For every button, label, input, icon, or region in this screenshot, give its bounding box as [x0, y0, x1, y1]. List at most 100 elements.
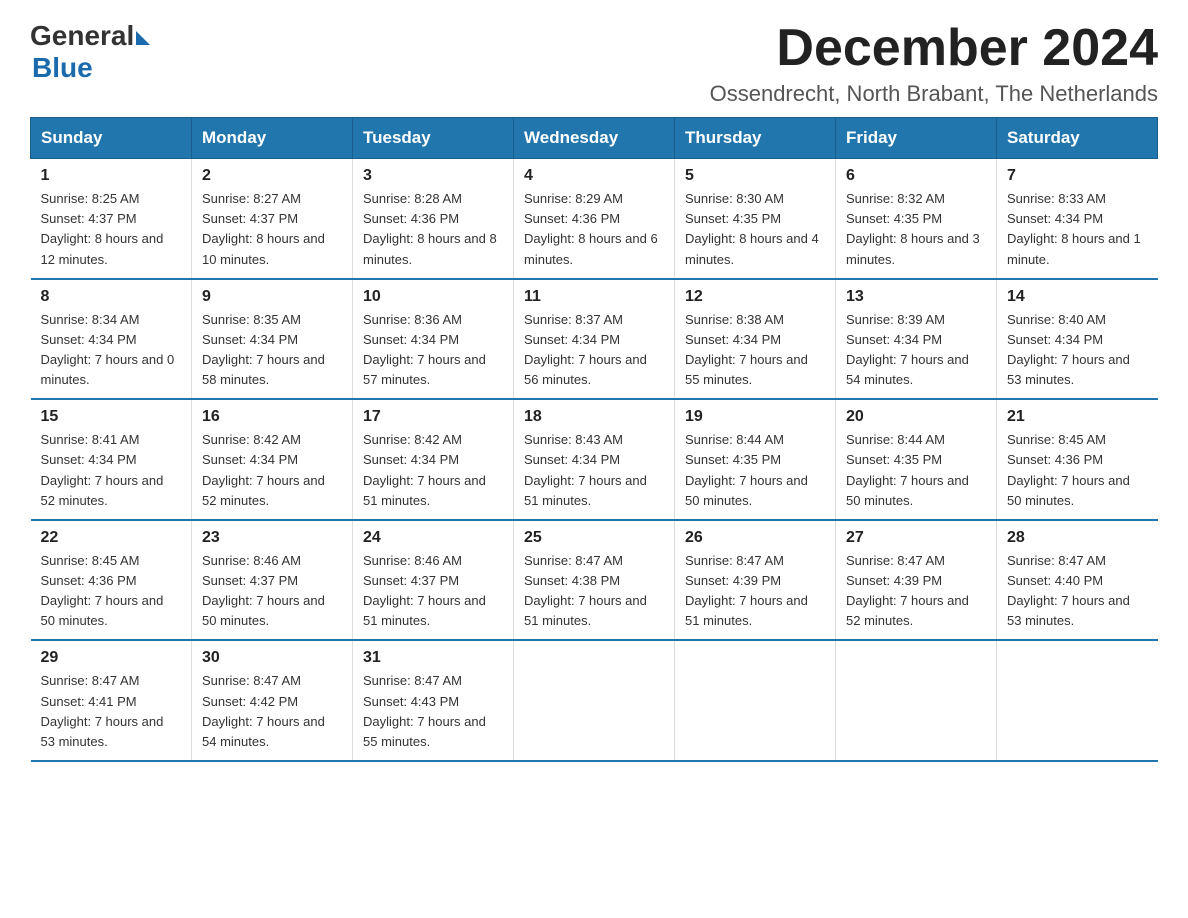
day-number: 5	[685, 167, 825, 185]
day-info: Sunrise: 8:36 AMSunset: 4:34 PMDaylight:…	[363, 310, 503, 391]
calendar-cell: 6 Sunrise: 8:32 AMSunset: 4:35 PMDaylight…	[836, 159, 997, 279]
calendar-cell: 8Sunrise: 8:34 AMSunset: 4:34 PMDaylight…	[31, 279, 192, 400]
calendar-cell: 7 Sunrise: 8:33 AMSunset: 4:34 PMDaylight…	[997, 159, 1158, 279]
day-info: Sunrise: 8:37 AMSunset: 4:34 PMDaylight:…	[524, 310, 664, 391]
calendar-cell	[997, 640, 1158, 761]
calendar-cell	[514, 640, 675, 761]
day-number: 6	[846, 167, 986, 185]
day-number: 21	[1007, 408, 1148, 426]
day-info: Sunrise: 8:32 AMSunset: 4:35 PMDaylight:…	[846, 189, 986, 270]
calendar-cell: 26 Sunrise: 8:47 AMSunset: 4:39 PMDayligh…	[675, 520, 836, 641]
day-number: 28	[1007, 529, 1148, 547]
calendar-cell: 30 Sunrise: 8:47 AMSunset: 4:42 PMDayligh…	[192, 640, 353, 761]
calendar-cell: 23 Sunrise: 8:46 AMSunset: 4:37 PMDayligh…	[192, 520, 353, 641]
header-cell-wednesday: Wednesday	[514, 118, 675, 159]
day-number: 31	[363, 649, 503, 667]
calendar-cell	[836, 640, 997, 761]
calendar-cell: 20 Sunrise: 8:44 AMSunset: 4:35 PMDayligh…	[836, 399, 997, 520]
day-number: 4	[524, 167, 664, 185]
day-info: Sunrise: 8:40 AMSunset: 4:34 PMDaylight:…	[1007, 310, 1148, 391]
day-info: Sunrise: 8:39 AMSunset: 4:34 PMDaylight:…	[846, 310, 986, 391]
subtitle: Ossendrecht, North Brabant, The Netherla…	[710, 81, 1158, 107]
day-info: Sunrise: 8:28 AMSunset: 4:36 PMDaylight:…	[363, 189, 503, 270]
day-number: 18	[524, 408, 664, 426]
day-number: 23	[202, 529, 342, 547]
page-header: General Blue December 2024 Ossendrecht, …	[30, 20, 1158, 107]
calendar-cell: 24Sunrise: 8:46 AMSunset: 4:37 PMDayligh…	[353, 520, 514, 641]
calendar-cell: 9 Sunrise: 8:35 AMSunset: 4:34 PMDaylight…	[192, 279, 353, 400]
header-cell-thursday: Thursday	[675, 118, 836, 159]
day-info: Sunrise: 8:27 AMSunset: 4:37 PMDaylight:…	[202, 189, 342, 270]
calendar-cell: 14 Sunrise: 8:40 AMSunset: 4:34 PMDayligh…	[997, 279, 1158, 400]
day-info: Sunrise: 8:47 AMSunset: 4:43 PMDaylight:…	[363, 671, 503, 752]
calendar-week-3: 15Sunrise: 8:41 AMSunset: 4:34 PMDayligh…	[31, 399, 1158, 520]
calendar-cell: 18 Sunrise: 8:43 AMSunset: 4:34 PMDayligh…	[514, 399, 675, 520]
calendar-cell: 5Sunrise: 8:30 AMSunset: 4:35 PMDaylight…	[675, 159, 836, 279]
day-number: 16	[202, 408, 342, 426]
logo-text-general: General	[30, 20, 134, 52]
day-info: Sunrise: 8:47 AMSunset: 4:39 PMDaylight:…	[846, 551, 986, 632]
calendar-cell: 27 Sunrise: 8:47 AMSunset: 4:39 PMDayligh…	[836, 520, 997, 641]
day-number: 10	[363, 288, 503, 306]
day-info: Sunrise: 8:47 AMSunset: 4:42 PMDaylight:…	[202, 671, 342, 752]
calendar-cell: 4Sunrise: 8:29 AMSunset: 4:36 PMDaylight…	[514, 159, 675, 279]
day-info: Sunrise: 8:33 AMSunset: 4:34 PMDaylight:…	[1007, 189, 1148, 270]
day-info: Sunrise: 8:47 AMSunset: 4:39 PMDaylight:…	[685, 551, 825, 632]
day-number: 12	[685, 288, 825, 306]
day-number: 19	[685, 408, 825, 426]
calendar-week-5: 29 Sunrise: 8:47 AMSunset: 4:41 PMDayligh…	[31, 640, 1158, 761]
calendar-cell: 22Sunrise: 8:45 AMSunset: 4:36 PMDayligh…	[31, 520, 192, 641]
calendar-week-1: 1Sunrise: 8:25 AMSunset: 4:37 PMDaylight…	[31, 159, 1158, 279]
calendar-cell: 29 Sunrise: 8:47 AMSunset: 4:41 PMDayligh…	[31, 640, 192, 761]
header-cell-sunday: Sunday	[31, 118, 192, 159]
calendar-cell	[675, 640, 836, 761]
header-cell-monday: Monday	[192, 118, 353, 159]
day-info: Sunrise: 8:44 AMSunset: 4:35 PMDaylight:…	[846, 430, 986, 511]
day-number: 14	[1007, 288, 1148, 306]
day-info: Sunrise: 8:43 AMSunset: 4:34 PMDaylight:…	[524, 430, 664, 511]
day-info: Sunrise: 8:42 AMSunset: 4:34 PMDaylight:…	[363, 430, 503, 511]
day-number: 17	[363, 408, 503, 426]
calendar-cell: 3 Sunrise: 8:28 AMSunset: 4:36 PMDaylight…	[353, 159, 514, 279]
day-number: 7	[1007, 167, 1148, 185]
calendar-week-4: 22Sunrise: 8:45 AMSunset: 4:36 PMDayligh…	[31, 520, 1158, 641]
calendar-cell: 17 Sunrise: 8:42 AMSunset: 4:34 PMDayligh…	[353, 399, 514, 520]
main-title: December 2024	[710, 20, 1158, 77]
day-number: 20	[846, 408, 986, 426]
calendar-cell: 10 Sunrise: 8:36 AMSunset: 4:34 PMDayligh…	[353, 279, 514, 400]
day-info: Sunrise: 8:38 AMSunset: 4:34 PMDaylight:…	[685, 310, 825, 391]
calendar-cell: 16 Sunrise: 8:42 AMSunset: 4:34 PMDayligh…	[192, 399, 353, 520]
day-info: Sunrise: 8:45 AMSunset: 4:36 PMDaylight:…	[1007, 430, 1148, 511]
day-number: 11	[524, 288, 664, 306]
logo-triangle-icon	[136, 31, 150, 45]
day-info: Sunrise: 8:42 AMSunset: 4:34 PMDaylight:…	[202, 430, 342, 511]
day-info: Sunrise: 8:34 AMSunset: 4:34 PMDaylight:…	[41, 310, 182, 391]
calendar-cell: 28 Sunrise: 8:47 AMSunset: 4:40 PMDayligh…	[997, 520, 1158, 641]
day-info: Sunrise: 8:35 AMSunset: 4:34 PMDaylight:…	[202, 310, 342, 391]
logo: General Blue	[30, 20, 150, 84]
day-number: 25	[524, 529, 664, 547]
day-number: 9	[202, 288, 342, 306]
header-cell-saturday: Saturday	[997, 118, 1158, 159]
calendar-cell: 11 Sunrise: 8:37 AMSunset: 4:34 PMDayligh…	[514, 279, 675, 400]
day-number: 15	[41, 408, 182, 426]
calendar-cell: 25 Sunrise: 8:47 AMSunset: 4:38 PMDayligh…	[514, 520, 675, 641]
day-number: 3	[363, 167, 503, 185]
day-info: Sunrise: 8:47 AMSunset: 4:38 PMDaylight:…	[524, 551, 664, 632]
day-info: Sunrise: 8:46 AMSunset: 4:37 PMDaylight:…	[202, 551, 342, 632]
day-number: 26	[685, 529, 825, 547]
calendar-table: SundayMondayTuesdayWednesdayThursdayFrid…	[30, 117, 1158, 762]
day-number: 29	[41, 649, 182, 667]
day-number: 2	[202, 167, 342, 185]
calendar-cell: 13Sunrise: 8:39 AMSunset: 4:34 PMDayligh…	[836, 279, 997, 400]
day-info: Sunrise: 8:44 AMSunset: 4:35 PMDaylight:…	[685, 430, 825, 511]
calendar-cell: 15Sunrise: 8:41 AMSunset: 4:34 PMDayligh…	[31, 399, 192, 520]
calendar-cell: 31 Sunrise: 8:47 AMSunset: 4:43 PMDayligh…	[353, 640, 514, 761]
day-number: 27	[846, 529, 986, 547]
day-info: Sunrise: 8:47 AMSunset: 4:41 PMDaylight:…	[41, 671, 182, 752]
day-number: 30	[202, 649, 342, 667]
day-info: Sunrise: 8:47 AMSunset: 4:40 PMDaylight:…	[1007, 551, 1148, 632]
header-row: SundayMondayTuesdayWednesdayThursdayFrid…	[31, 118, 1158, 159]
day-number: 22	[41, 529, 182, 547]
calendar-week-2: 8Sunrise: 8:34 AMSunset: 4:34 PMDaylight…	[31, 279, 1158, 400]
